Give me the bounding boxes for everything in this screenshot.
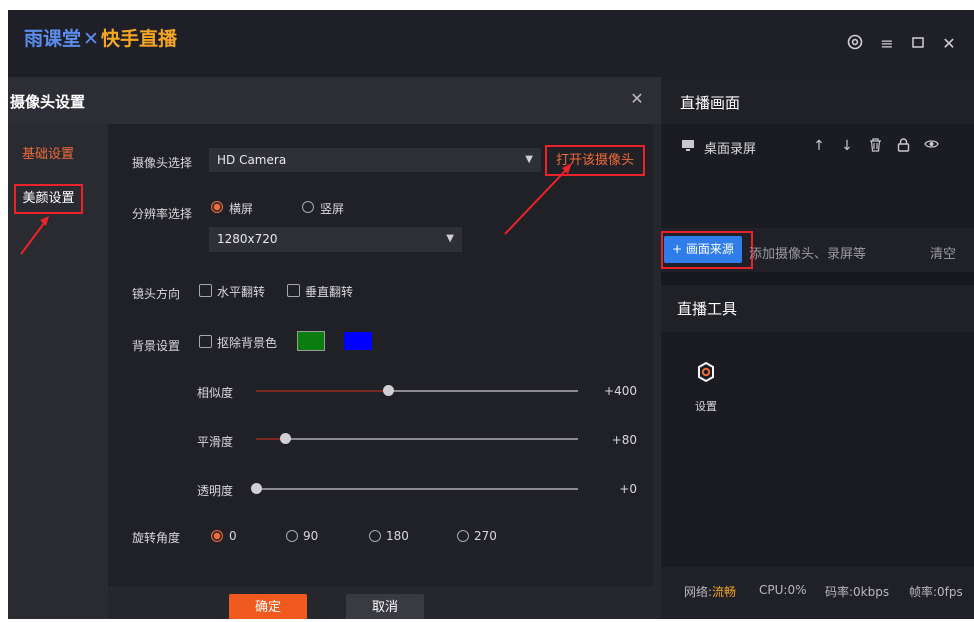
status-fps: 帧率:0fps — [909, 585, 963, 599]
flip-horizontal-checkbox[interactable] — [199, 284, 212, 297]
smoothness-label: 平滑度 — [197, 435, 234, 449]
chevron-down-icon: ▼ — [446, 233, 454, 244]
status-network: 网络:流畅 — [684, 583, 736, 600]
status-network-label: 网络: — [684, 585, 713, 599]
eye-icon[interactable] — [923, 138, 939, 154]
sidebar-item-basic[interactable]: 基础设置 — [22, 143, 74, 162]
rotation-270-label: 270 — [474, 529, 497, 543]
rotation-90-label: 90 — [303, 529, 319, 543]
trash-icon[interactable] — [867, 138, 883, 156]
arrow-up-icon[interactable]: ↑ — [811, 138, 827, 154]
dialog-header — [8, 77, 661, 124]
clear-sources-button[interactable]: 清空 — [930, 243, 956, 262]
transparency-knob[interactable] — [251, 483, 262, 494]
camera-label: 摄像头选择 — [132, 156, 193, 170]
similarity-fill — [256, 390, 388, 392]
sidebar-item-beauty[interactable]: 美颜设置 — [14, 184, 83, 214]
cancel-button[interactable]: 取消 — [346, 594, 424, 619]
status-cpu: CPU:0% — [759, 583, 807, 597]
live-view-title: 直播画面 — [680, 94, 741, 112]
rotation-180-label: 180 — [386, 529, 409, 543]
flip-vertical-checkbox[interactable] — [287, 284, 300, 297]
transparency-label: 透明度 — [197, 484, 234, 498]
rotation-0-label: 0 — [229, 529, 237, 543]
status-bitrate: 码率:0kbps — [825, 585, 890, 599]
orientation-portrait-radio[interactable] — [302, 201, 314, 213]
rotation-90-radio[interactable] — [286, 530, 298, 542]
dialog-close-icon[interactable]: ✕ — [628, 90, 646, 108]
resolution-select[interactable]: 1280x720 ▼ — [209, 227, 462, 252]
bg-color-green-swatch[interactable] — [297, 331, 325, 351]
orientation-landscape-radio[interactable] — [211, 201, 223, 213]
flip-vertical-label: 垂直翻转 — [305, 285, 354, 299]
source-desktop-capture[interactable]: 桌面录屏 — [704, 138, 756, 157]
similarity-knob[interactable] — [383, 385, 394, 396]
settings-icon[interactable] — [844, 33, 866, 55]
remove-bg-checkbox[interactable] — [199, 335, 212, 348]
close-icon[interactable]: ✕ — [938, 33, 960, 55]
logo-kuaishou: 快手直播 — [100, 28, 177, 50]
rotation-0-radio[interactable] — [211, 530, 223, 542]
background-label: 背景设置 — [132, 339, 181, 353]
dialog-body — [108, 124, 653, 586]
rotation-180-radio[interactable] — [369, 530, 381, 542]
camera-select[interactable]: HD Camera ▼ — [209, 148, 541, 172]
logo-yuketang: 雨课堂 — [24, 28, 82, 50]
maximize-icon[interactable] — [907, 33, 929, 55]
rotation-270-radio[interactable] — [457, 530, 469, 542]
tool-settings-label[interactable]: 设置 — [695, 398, 717, 414]
orientation-landscape-label: 横屏 — [229, 202, 254, 216]
logo-separator: ✕ — [83, 28, 99, 50]
bg-color-blue-swatch[interactable] — [344, 332, 372, 350]
resolution-label: 分辨率选择 — [132, 207, 193, 221]
dialog-title: 摄像头设置 — [10, 93, 86, 111]
page-top-margin — [0, 0, 974, 10]
similarity-value: +400 — [604, 384, 637, 398]
arrow-down-icon[interactable]: ↓ — [839, 138, 855, 154]
chevron-down-icon: ▼ — [525, 154, 533, 165]
resolution-select-value: 1280x720 — [217, 232, 278, 246]
camera-select-value: HD Camera — [217, 153, 287, 167]
menu-icon[interactable]: ≡ — [876, 33, 898, 55]
add-source-hint: 添加摄像头、录屏等 — [749, 247, 867, 262]
similarity-label: 相似度 — [197, 386, 234, 400]
open-camera-button[interactable]: 打开该摄像头 — [545, 145, 645, 176]
live-tools-title: 直播工具 — [677, 300, 738, 318]
orientation-portrait-label: 竖屏 — [320, 202, 345, 216]
add-source-highlight — [661, 231, 753, 269]
lock-icon[interactable] — [895, 138, 911, 156]
transparency-track[interactable] — [256, 488, 578, 490]
tool-settings-gear-icon[interactable] — [695, 361, 717, 383]
smoothness-knob[interactable] — [280, 433, 291, 444]
mirror-label: 镜头方向 — [132, 287, 181, 301]
smoothness-track[interactable] — [256, 438, 578, 440]
ok-button[interactable]: 确定 — [229, 594, 307, 619]
transparency-value: +0 — [619, 482, 637, 496]
status-network-value: 流畅 — [712, 585, 737, 599]
rotation-label: 旋转角度 — [132, 531, 181, 545]
remove-bg-label: 抠除背景色 — [217, 336, 278, 350]
smoothness-value: +80 — [611, 433, 637, 447]
monitor-icon — [680, 138, 696, 156]
flip-horizontal-label: 水平翻转 — [217, 285, 266, 299]
app-logo: 雨课堂 ✕ 快手直播 — [24, 24, 177, 51]
